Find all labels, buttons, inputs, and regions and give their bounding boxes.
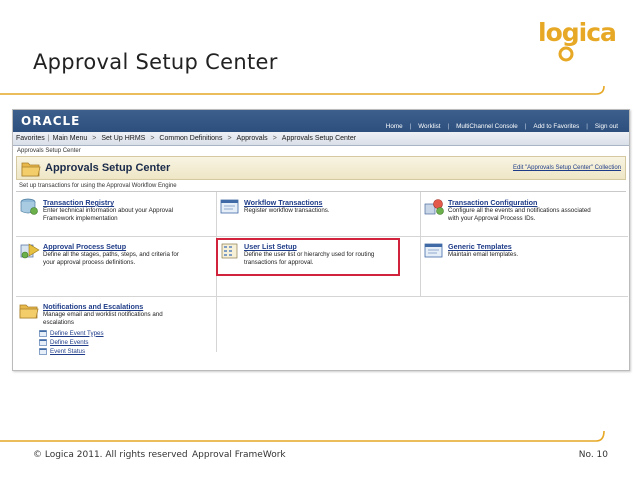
database-icon: [20, 198, 38, 215]
transaction-configuration-link[interactable]: Transaction Configuration: [448, 198, 537, 207]
chevron-right-icon: >: [92, 135, 97, 142]
nav-common-definitions[interactable]: Common Definitions: [159, 135, 222, 142]
define-event-types-link[interactable]: Define Event Types: [39, 329, 104, 337]
generic-templates-link[interactable]: Generic Templates: [448, 242, 512, 251]
nav-set-up-hrms[interactable]: Set Up HRMS: [101, 135, 145, 142]
logica-logo: logica: [538, 18, 617, 64]
slide-title: Approval Setup Center: [33, 50, 278, 74]
worklist-link[interactable]: Worklist: [411, 123, 447, 130]
multichannel-console-link[interactable]: MultiChannel Console: [449, 123, 525, 130]
notifications-escalations-desc: Manage email and worklist notifications …: [43, 311, 163, 318]
folder-icon: [19, 304, 39, 319]
page-icon: [39, 347, 47, 355]
nav-approvals[interactable]: Approvals: [237, 135, 268, 142]
notifications-escalations-tile: Notifications and Escalations Manage ema…: [19, 302, 214, 355]
sign-out-link[interactable]: Sign out: [588, 123, 625, 130]
page-header: Approvals Setup Center Edit "Approvals S…: [16, 156, 626, 180]
tile-grid: Transaction Registry Enter technical inf…: [16, 192, 628, 355]
transaction-registry-tile: Transaction Registry Enter technical inf…: [19, 198, 214, 234]
nav-approvals-setup-center[interactable]: Approvals Setup Center: [282, 135, 356, 142]
footer-copyright: © Logica 2011. All rights reserved: [33, 450, 188, 460]
generic-templates-tile: Generic Templates Maintain email templat…: [424, 242, 628, 294]
template-window-icon: [424, 243, 443, 258]
page-icon: [39, 329, 47, 337]
transaction-configuration-tile: Transaction Configuration Configure all …: [424, 198, 628, 234]
home-link[interactable]: Home: [379, 123, 410, 130]
notifications-sublinks: Define Event Types Define Events Event S…: [39, 329, 104, 356]
event-status-link[interactable]: Event Status: [39, 347, 104, 355]
workflow-transactions-link[interactable]: Workflow Transactions: [244, 198, 323, 207]
approval-process-setup-desc: Define all the stages, paths, steps, and…: [43, 251, 179, 258]
define-events-link[interactable]: Define Events: [39, 338, 104, 346]
approval-process-setup-desc-2: your approval process definitions.: [43, 259, 136, 266]
approval-process-setup-tile: Approval Process Setup Define all the st…: [19, 242, 214, 294]
top-links: Home | Worklist | MultiChannel Console | Ad…: [379, 123, 625, 130]
chevron-right-icon: >: [272, 135, 277, 142]
workflow-transactions-tile: Workflow Transactions Register workflow …: [220, 198, 418, 234]
transaction-configuration-desc: Configure all the events and notificatio…: [448, 207, 591, 214]
menu-bar: Favorites | Main Menu > Set Up HRMS > Co…: [13, 132, 629, 146]
logo-text: logica: [538, 18, 617, 47]
process-setup-icon: [20, 243, 40, 259]
configuration-icon: [424, 199, 444, 215]
add-to-favorites-link[interactable]: Add to Favorites: [526, 123, 586, 130]
oracle-screenshot: ORACLE Home | Worklist | MultiChannel Cons…: [12, 109, 630, 371]
workflow-transactions-desc: Register workflow transactions.: [244, 207, 330, 214]
page-icon: [39, 338, 47, 346]
page-title: Approvals Setup Center: [45, 162, 171, 174]
transaction-configuration-desc-2: with your Approval Process IDs.: [448, 215, 536, 222]
event-status-label: Event Status: [50, 347, 86, 355]
define-event-types-label: Define Event Types: [50, 329, 104, 337]
breadcrumb: Approvals Setup Center: [17, 148, 81, 154]
oracle-logo: ORACLE: [21, 114, 81, 128]
notifications-escalations-desc-2: escalations: [43, 319, 74, 326]
bottom-divider-line: [0, 430, 605, 442]
chevron-right-icon: >: [227, 135, 232, 142]
chevron-right-icon: >: [150, 135, 155, 142]
transaction-registry-desc: Enter technical information about your A…: [43, 207, 174, 214]
user-list-setup-highlight: [216, 238, 400, 276]
footer-page-number: No. 10: [578, 450, 608, 460]
transaction-registry-desc-2: Framework implementation: [43, 215, 118, 222]
nav-main-menu[interactable]: Main Menu: [53, 135, 88, 142]
approval-process-setup-link[interactable]: Approval Process Setup: [43, 242, 126, 251]
define-events-label: Define Events: [50, 338, 89, 346]
oracle-header-bar: ORACLE Home | Worklist | MultiChannel Cons…: [13, 110, 629, 132]
folder-icon: [21, 162, 41, 177]
top-divider-line: [0, 85, 605, 95]
transaction-registry-link[interactable]: Transaction Registry: [43, 198, 114, 207]
generic-templates-desc: Maintain email templates.: [448, 251, 519, 258]
page-subtitle: Set up transactions for using the Approv…: [16, 181, 626, 192]
edit-collection-link[interactable]: Edit "Approvals Setup Center" Collection: [513, 165, 621, 171]
footer-center: Approval FrameWork: [192, 450, 286, 460]
logo-o-mark-icon: [558, 46, 574, 62]
window-icon: [220, 199, 239, 214]
notifications-escalations-link[interactable]: Notifications and Escalations: [43, 302, 143, 311]
nav-favorites[interactable]: Favorites: [16, 135, 45, 142]
